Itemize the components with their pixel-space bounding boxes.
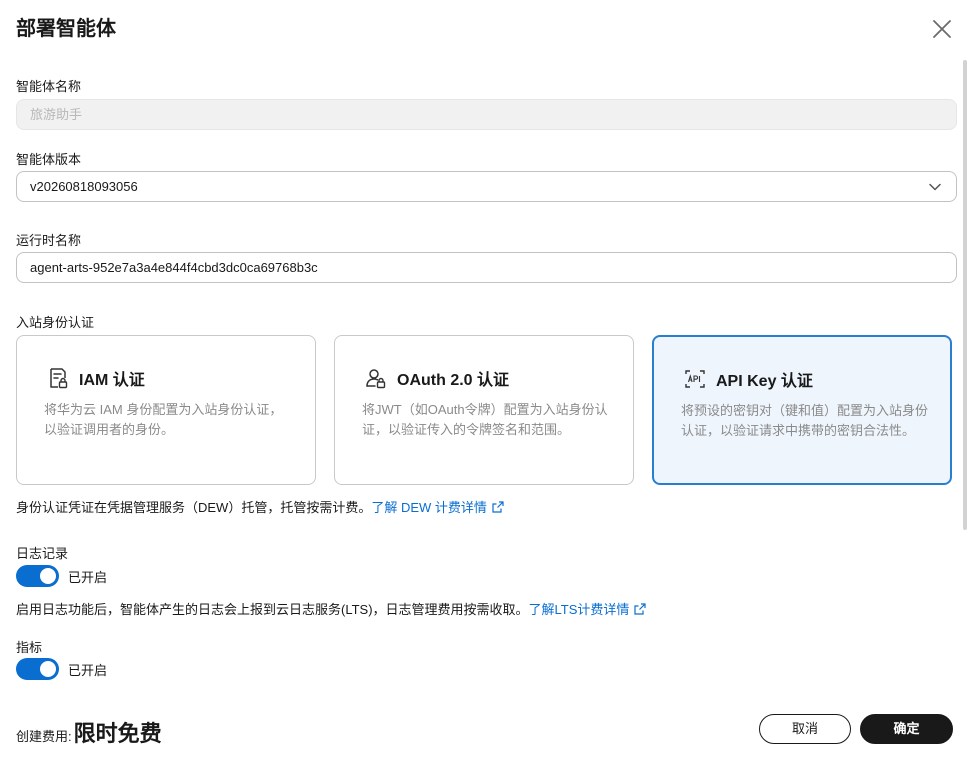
fee-value: 限时免费	[73, 721, 162, 746]
agent-name-label: 智能体名称	[16, 79, 82, 94]
auth-option-oauth-title: OAuth 2.0 认证	[397, 372, 510, 389]
dew-billing-link-text: 了解 DEW 计费详情	[371, 500, 487, 515]
auth-option-api-key-desc: 将预设的密钥对（键和值）配置为入站身份认证，以验证请求中携带的密钥合法性。	[681, 403, 929, 438]
metrics-state: 已开启	[68, 662, 108, 678]
auth-credential-note: 身份认证凭证在凭据管理服务（DEW）托管，托管按需计费。了解 DEW 计费详情	[16, 497, 504, 516]
dialog-footer: 创建费用: 限时免费 取消 确定	[0, 692, 969, 764]
inbound-auth-label: 入站身份认证	[16, 315, 95, 330]
cancel-button[interactable]: 取消	[759, 714, 851, 744]
close-icon[interactable]	[931, 18, 953, 40]
creation-fee: 创建费用: 限时免费	[16, 716, 162, 748]
agent-version-value: v20260818093056	[30, 179, 138, 194]
logging-toggle-row: 已开启	[16, 565, 107, 587]
fee-label: 创建费用:	[16, 729, 72, 744]
dialog-header: 部署智能体	[16, 14, 953, 46]
logging-note-text: 启用日志功能后，智能体产生的日志会上报到云日志服务(LTS)，日志管理费用按需收…	[16, 602, 529, 617]
toggle-knob	[40, 568, 56, 584]
metrics-toggle[interactable]	[16, 658, 59, 680]
auth-option-api-key-title: API Key 认证	[716, 373, 813, 390]
runtime-name-label: 运行时名称	[16, 233, 82, 248]
oauth-user-lock-icon	[366, 369, 386, 389]
scrollbar[interactable]	[963, 60, 967, 530]
auth-option-iam-title: IAM 认证	[79, 372, 145, 389]
iam-doc-icon	[50, 368, 68, 389]
logging-label: 日志记录	[16, 546, 69, 561]
lts-billing-link[interactable]: 了解LTS计费详情	[529, 602, 647, 617]
external-link-icon	[634, 603, 647, 615]
external-link-icon	[492, 501, 504, 513]
confirm-button[interactable]: 确定	[860, 714, 953, 744]
inbound-auth-options: IAM 认证 将华为云 IAM 身份配置为入站身份认证，以验证调用者的身份。 O…	[16, 335, 956, 485]
dialog-title: 部署智能体	[16, 18, 116, 40]
toggle-knob	[40, 661, 56, 677]
logging-note: 启用日志功能后，智能体产生的日志会上报到云日志服务(LTS)，日志管理费用按需收…	[16, 599, 647, 618]
metrics-toggle-row: 已开启	[16, 658, 107, 680]
auth-option-iam[interactable]: IAM 认证 将华为云 IAM 身份配置为入站身份认证，以验证调用者的身份。	[16, 335, 316, 485]
agent-version-select[interactable]: v20260818093056	[16, 171, 957, 202]
auth-option-iam-desc: 将华为云 IAM 身份配置为入站身份认证，以验证调用者的身份。	[44, 402, 283, 437]
lts-billing-link-text: 了解LTS计费详情	[528, 602, 630, 617]
runtime-name-input[interactable]: agent-arts-952e7a3a4e844f4cbd3dc0ca69768…	[16, 252, 957, 283]
agent-name-input: 旅游助手	[16, 99, 957, 130]
logging-toggle[interactable]	[16, 565, 59, 587]
auth-credential-note-text: 身份认证凭证在凭据管理服务（DEW）托管，托管按需计费。	[16, 500, 372, 515]
logging-state: 已开启	[68, 569, 108, 585]
api-key-icon	[685, 370, 705, 388]
auth-option-api-key[interactable]: API Key 认证 将预设的密钥对（键和值）配置为入站身份认证，以验证请求中携…	[652, 335, 952, 485]
metrics-label: 指标	[16, 640, 43, 655]
dialog-body[interactable]: 智能体名称 旅游助手 智能体版本 v20260818093056 运行时名称 a…	[0, 60, 962, 692]
dew-billing-link[interactable]: 了解 DEW 计费详情	[371, 500, 504, 515]
chevron-down-icon	[929, 183, 941, 191]
auth-option-oauth[interactable]: OAuth 2.0 认证 将JWT（如OAuth令牌）配置为入站身份认证，以验证…	[334, 335, 634, 485]
agent-version-label: 智能体版本	[16, 152, 82, 167]
auth-option-oauth-desc: 将JWT（如OAuth令牌）配置为入站身份认证，以验证传入的令牌签名和范围。	[362, 402, 608, 437]
